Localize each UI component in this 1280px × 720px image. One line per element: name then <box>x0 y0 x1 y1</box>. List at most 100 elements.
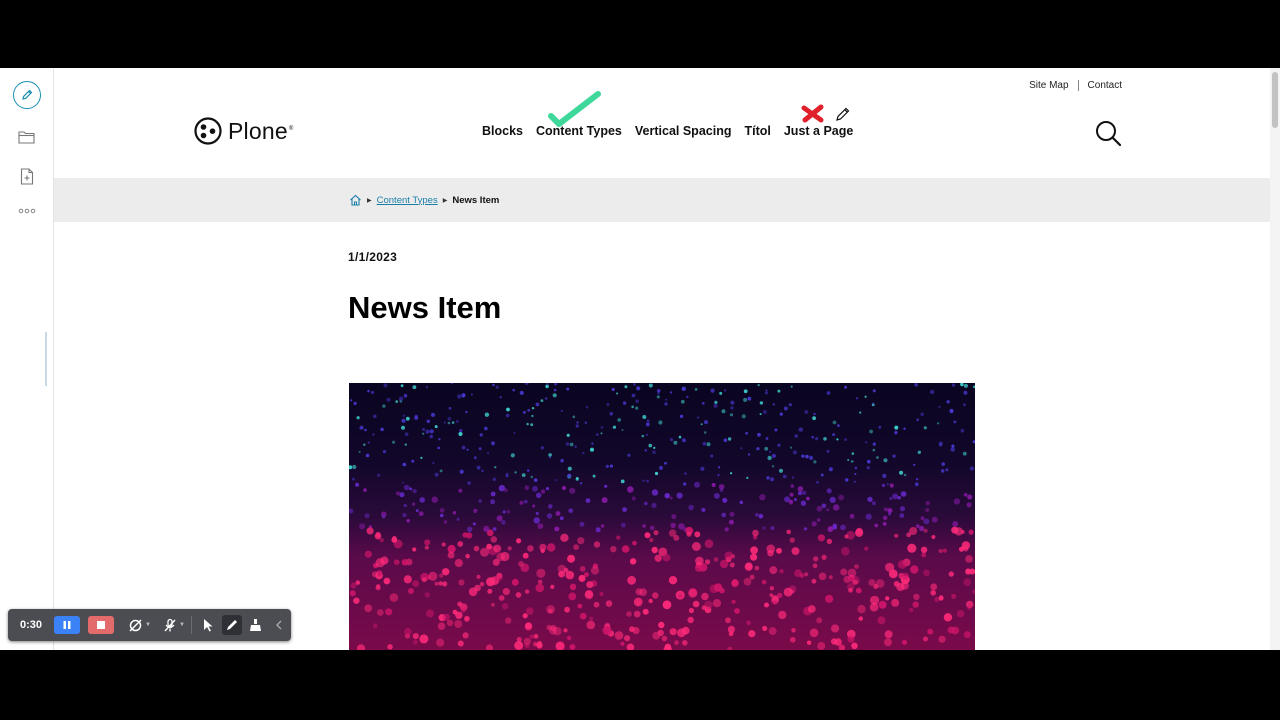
image-dot <box>840 568 848 576</box>
edit-button[interactable] <box>0 80 53 110</box>
more-button[interactable] <box>0 202 53 220</box>
image-dot <box>577 537 585 545</box>
image-dot <box>401 418 406 423</box>
stop-button[interactable] <box>88 616 114 634</box>
image-dot <box>664 461 667 465</box>
image-dot <box>540 399 544 402</box>
image-dot <box>713 403 718 408</box>
image-dot <box>522 552 529 559</box>
image-dot <box>803 527 808 531</box>
image-dot <box>829 496 836 503</box>
image-dot <box>910 565 919 574</box>
add-content-button[interactable] <box>0 164 53 188</box>
image-dot <box>784 496 791 503</box>
image-dot <box>791 476 795 479</box>
image-dot <box>535 402 540 407</box>
page-scrollbar[interactable] <box>1270 68 1280 650</box>
image-dot <box>524 589 530 594</box>
contact-link[interactable]: Contact <box>1088 80 1122 91</box>
image-dot <box>635 399 639 403</box>
image-dot <box>353 401 357 406</box>
image-dot <box>885 596 890 601</box>
image-dot <box>496 552 506 562</box>
image-dot <box>569 583 577 591</box>
image-dot <box>723 389 727 392</box>
nav-item-just-a-page[interactable]: Just a Page <box>784 124 853 138</box>
image-dot <box>669 496 673 500</box>
image-dot <box>960 383 964 387</box>
image-dot <box>596 433 599 436</box>
image-dot <box>533 633 539 639</box>
image-dot <box>849 513 855 519</box>
image-dot <box>511 578 519 586</box>
image-dot <box>651 502 657 508</box>
image-dot <box>606 403 610 406</box>
image-dot <box>524 622 533 631</box>
toolbar-resize-handle[interactable] <box>45 332 47 386</box>
image-dot <box>674 640 679 645</box>
image-dot <box>946 400 950 404</box>
microphone-toggle-button[interactable]: ▼ <box>163 615 185 635</box>
home-icon[interactable] <box>349 194 362 206</box>
image-dot <box>512 388 516 392</box>
image-dot <box>401 559 409 566</box>
pause-button[interactable] <box>54 616 80 634</box>
image-dot <box>616 392 619 395</box>
image-dot <box>402 414 406 417</box>
image-dot <box>777 389 781 393</box>
image-dot <box>956 610 965 618</box>
image-dot <box>963 403 966 407</box>
image-dot <box>554 526 560 532</box>
image-dot <box>850 460 854 463</box>
image-dot <box>501 603 509 610</box>
site-logo[interactable]: Plone® <box>194 117 293 145</box>
contents-button[interactable] <box>0 126 53 148</box>
image-dot <box>776 547 782 554</box>
image-dot <box>566 387 570 391</box>
image-dot <box>402 513 407 518</box>
scrollbar-thumb[interactable] <box>1272 72 1278 128</box>
image-dot <box>855 527 863 535</box>
pen-tool-button[interactable] <box>221 615 242 635</box>
image-dot <box>535 511 539 516</box>
image-dot <box>633 610 641 618</box>
image-dot <box>678 523 685 530</box>
image-dot <box>513 432 516 434</box>
camera-toggle-button[interactable]: ▼ <box>128 615 151 635</box>
edit-toolbar <box>0 68 54 650</box>
image-dot <box>920 546 928 553</box>
image-dot <box>871 501 876 506</box>
image-dot <box>894 425 899 430</box>
image-dot <box>798 491 802 496</box>
image-dot <box>443 421 446 424</box>
image-dot <box>574 445 577 448</box>
image-dot <box>845 478 849 482</box>
image-dot <box>730 400 735 405</box>
image-dot <box>951 593 957 599</box>
nav-item-titol[interactable]: Títol <box>744 124 770 138</box>
image-dot <box>380 427 384 432</box>
nav-item-vertical-spacing[interactable]: Vertical Spacing <box>635 124 732 138</box>
image-dot <box>457 394 462 399</box>
site-map-link[interactable]: Site Map <box>1029 80 1068 91</box>
microphone-dropdown-icon[interactable]: ▼ <box>179 622 185 628</box>
image-dot <box>437 446 440 450</box>
image-dot <box>704 431 707 434</box>
image-dot <box>883 458 888 463</box>
image-dot <box>569 487 576 494</box>
search-button[interactable] <box>1094 119 1122 152</box>
camera-dropdown-icon[interactable]: ▼ <box>145 622 151 628</box>
image-dot <box>382 404 386 408</box>
breadcrumb-link-content-types[interactable]: Content Types <box>377 195 438 206</box>
image-dot <box>840 524 846 531</box>
pointer-tool-button[interactable] <box>198 615 218 635</box>
image-dot <box>759 494 766 501</box>
image-dot <box>518 561 524 567</box>
collapse-recorder-button[interactable] <box>272 615 286 635</box>
nav-item-blocks[interactable]: Blocks <box>482 124 523 138</box>
image-dot <box>719 391 723 395</box>
image-dot <box>593 541 601 548</box>
eraser-tool-button[interactable] <box>246 615 266 635</box>
image-dot <box>921 552 927 558</box>
image-dot <box>490 536 498 543</box>
